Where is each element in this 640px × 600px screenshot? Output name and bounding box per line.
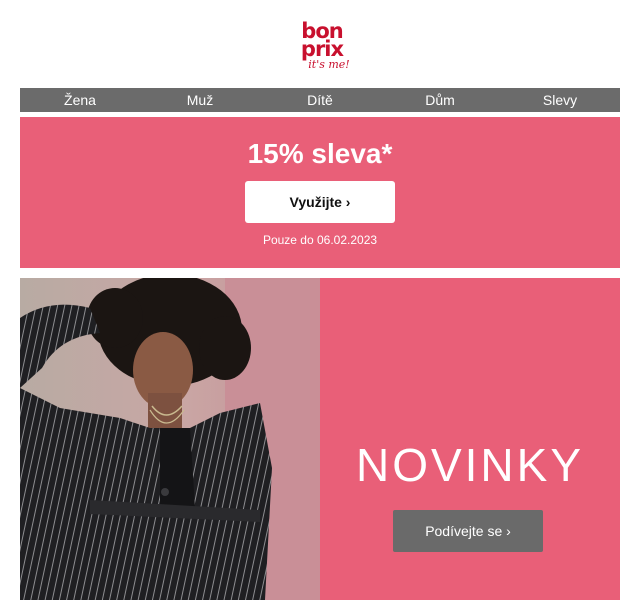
new-arrivals-heading: NOVINKY xyxy=(355,439,585,491)
bonprix-logo[interactable]: bon prix it's me! xyxy=(290,21,354,78)
model-photo-illustration xyxy=(20,278,320,600)
model-photo[interactable] xyxy=(20,278,320,600)
new-arrivals-panel: NOVINKY Podívejte se › xyxy=(320,278,620,600)
discount-banner: 15% sleva* Využijte › Pouze do 06.02.202… xyxy=(20,117,620,268)
nav-item-slevy[interactable]: Slevy xyxy=(500,88,620,112)
nav-item-muz[interactable]: Muž xyxy=(140,88,260,112)
pinstripe-blazer xyxy=(20,388,272,600)
view-new-arrivals-button[interactable]: Podívejte se › xyxy=(393,510,543,552)
hair-curl-right xyxy=(199,316,251,380)
hair-curl-left xyxy=(87,288,143,348)
nav-item-dum[interactable]: Dům xyxy=(380,88,500,112)
neck xyxy=(148,393,182,433)
discount-validity: Pouze do 06.02.2023 xyxy=(262,233,378,247)
category-nav: Žena Muž Dítě Dům Slevy xyxy=(20,88,620,112)
discount-title: 15% sleva* xyxy=(247,138,393,169)
logo-tagline: it's me! xyxy=(308,58,350,71)
nav-item-dite[interactable]: Dítě xyxy=(260,88,380,112)
new-arrivals-banner[interactable]: NOVINKY Podívejte se › xyxy=(20,278,620,600)
logo-text-prix: prix xyxy=(300,37,344,61)
nav-item-zena[interactable]: Žena xyxy=(20,88,140,112)
use-discount-button[interactable]: Využijte › xyxy=(245,181,395,223)
raised-arm xyxy=(20,304,100,388)
button xyxy=(161,488,169,496)
